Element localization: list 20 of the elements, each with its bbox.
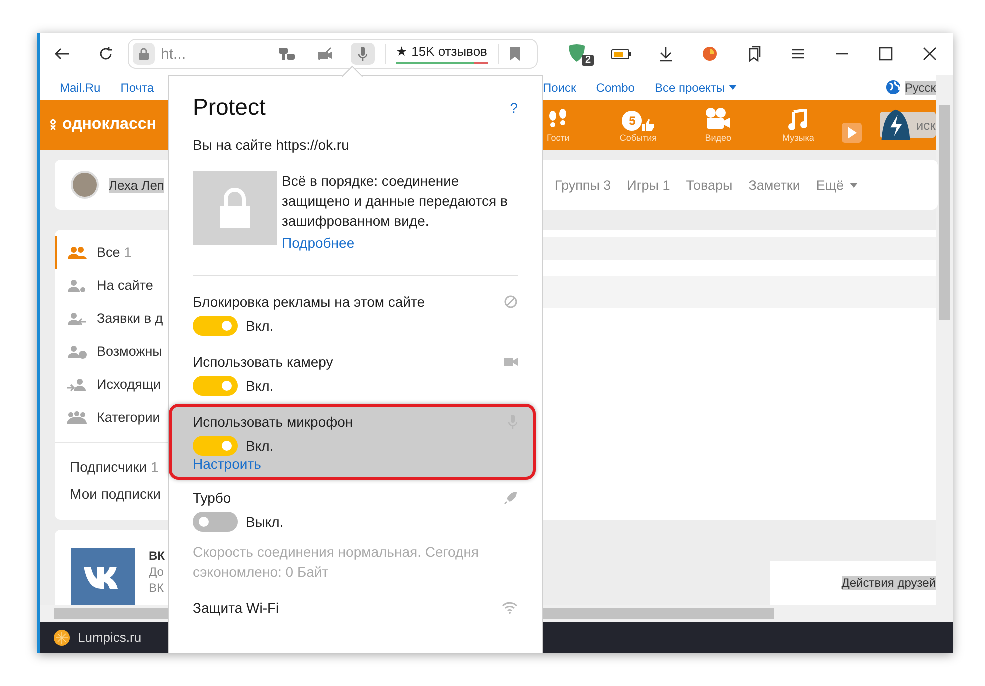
security-status-text: Всё в порядке: соединение защищено и данные передаются в зашифрованном виде. [282,172,509,231]
site-logo-text: одноклассн [62,116,156,134]
permission-label: Блокировка рекламы на этом сайте [193,294,426,310]
toggle-state-text: Вкл. [246,378,274,394]
permission-label: Защита Wi-Fi [193,600,280,616]
turbo-description: Скорость соединения нормальная. Сегодня сэкономлено: 0 Байт [193,543,480,582]
vk-card-text: До [149,564,165,580]
toggle-state-text: Выкл. [246,514,284,530]
vk-card-text: ВК [149,548,165,564]
permission-label: Использовать камеру [193,354,334,370]
vk-card-text: ВК [149,580,165,596]
permission-label: Использовать микрофон [193,414,354,430]
toggle-state-text: Вкл. [246,438,274,454]
permission-label: Турбо [193,490,232,506]
extension-badge: 2 [582,55,594,66]
url-text: ht... [161,46,188,62]
events-count-badge: 5 [622,111,642,131]
toggle-state-text: Вкл. [246,318,274,334]
site-info-text: Вы на сайте https://ok.ru [193,137,350,153]
popup-title: Protect [193,94,266,121]
